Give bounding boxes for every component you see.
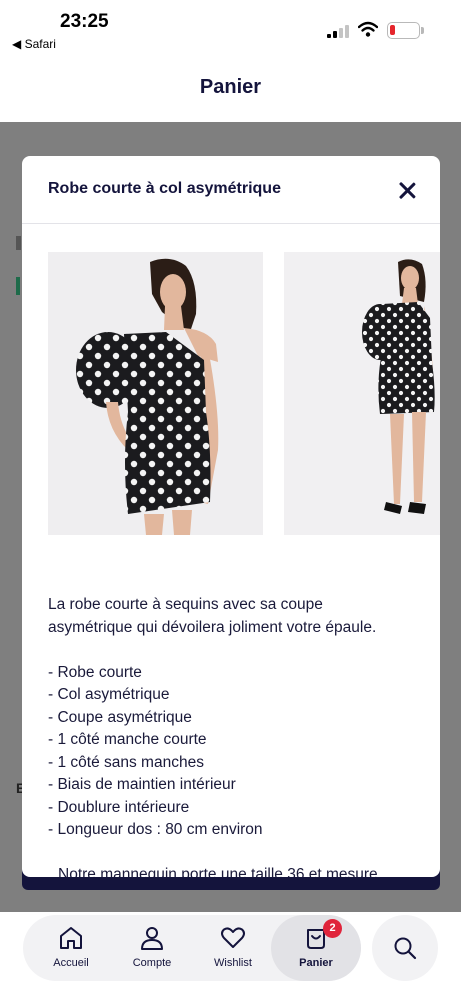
status-time: 23:25 bbox=[60, 11, 109, 32]
modal-title: Robe courte à col asymétrique bbox=[48, 180, 281, 197]
nav-item-compte[interactable]: Compte bbox=[110, 915, 194, 981]
user-icon bbox=[141, 927, 163, 950]
feature-item: - 1 côté manche courte bbox=[48, 731, 207, 748]
nav-item-accueil[interactable]: Accueil bbox=[29, 915, 113, 981]
feature-item: - Doublure intérieure bbox=[48, 798, 190, 816]
product-details-modal: Robe courte à col asymétrique La robe co… bbox=[22, 156, 440, 877]
product-description: La robe courte à sequins avec sa coupe a… bbox=[48, 594, 418, 877]
search-icon bbox=[394, 937, 417, 960]
feature-item: - Col asymétrique bbox=[48, 686, 170, 703]
product-image-gallery[interactable] bbox=[48, 252, 440, 535]
nav-pill: Accueil Compte Wishlist 2 Panier bbox=[23, 915, 361, 981]
search-button[interactable] bbox=[372, 915, 438, 981]
nav-label: Panier bbox=[299, 957, 333, 969]
nav-label: Compte bbox=[132, 957, 172, 969]
product-image[interactable] bbox=[284, 252, 440, 535]
feature-item: - Biais de maintien intérieur bbox=[48, 776, 236, 793]
description-intro: asymétrique qui dévoilera joliment votre… bbox=[48, 618, 377, 636]
cellular-signal-icon bbox=[327, 24, 351, 38]
back-to-safari-link[interactable]: ◀ Safari bbox=[12, 37, 56, 51]
background-content bbox=[16, 277, 20, 295]
bottom-navigation: Accueil Compte Wishlist 2 Panier bbox=[0, 912, 461, 1000]
feature-item: - 1 côté sans manches bbox=[48, 753, 204, 771]
feature-item: - Longueur dos : 80 cm environ bbox=[48, 821, 263, 838]
product-image[interactable] bbox=[48, 252, 263, 535]
model-size-note: Notre mannequin porte une taille 36 et m… bbox=[58, 866, 378, 877]
description-intro: La robe courte à sequins avec sa coupe bbox=[48, 596, 323, 613]
wifi-icon bbox=[358, 21, 378, 37]
nav-label: Wishlist bbox=[214, 957, 252, 969]
nav-item-panier[interactable]: 2 Panier bbox=[271, 915, 361, 981]
battery-icon bbox=[387, 22, 424, 39]
nav-item-wishlist[interactable]: Wishlist bbox=[191, 915, 275, 981]
close-icon[interactable] bbox=[394, 178, 420, 204]
page-title: Panier bbox=[199, 76, 262, 98]
cart-count-badge: 2 bbox=[323, 919, 342, 938]
page-header: Panier bbox=[0, 58, 461, 122]
heart-icon bbox=[221, 927, 245, 948]
home-icon bbox=[60, 927, 82, 949]
status-bar: 23:25 ◀ Safari bbox=[0, 0, 461, 58]
modal-header: Robe courte à col asymétrique bbox=[22, 156, 440, 224]
background-content bbox=[16, 236, 21, 250]
feature-item: - Robe courte bbox=[48, 663, 142, 681]
nav-label: Accueil bbox=[53, 957, 89, 969]
feature-item: - Coupe asymétrique bbox=[48, 708, 192, 726]
